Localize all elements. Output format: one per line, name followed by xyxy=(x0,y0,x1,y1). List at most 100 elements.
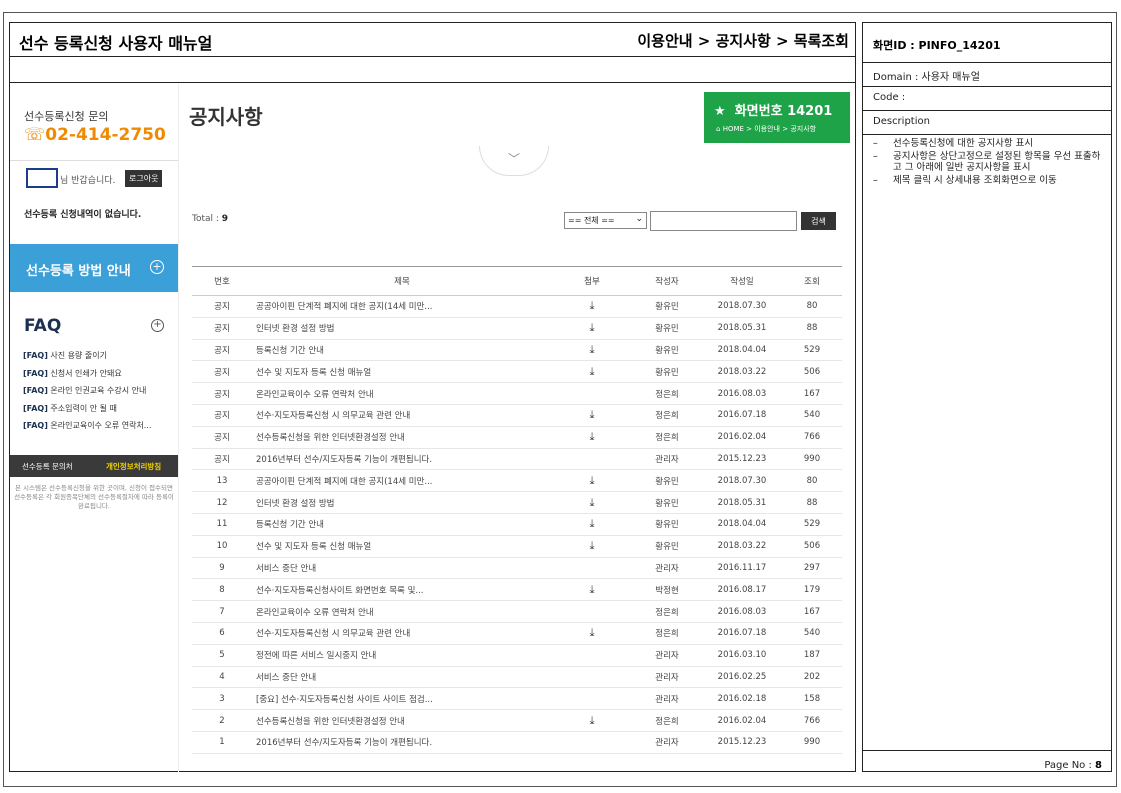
row-title[interactable]: 정전에 따른 서비스 일시중지 안내 xyxy=(252,644,552,667)
faq-item-text: 사진 용량 줄이기 xyxy=(50,351,108,360)
row-title[interactable]: 서비스 중단 안내 xyxy=(252,666,552,689)
download-icon[interactable]: ⤓ xyxy=(590,343,595,357)
faq-item[interactable]: [FAQ] 온라인 인권교육 수강시 안내 xyxy=(23,382,151,400)
table-row[interactable]: 공지 인터넷 환경 설정 방법 ⤓ 황유민 2018.05.31 88 xyxy=(192,317,842,340)
row-attachment: ⤓ xyxy=(552,469,632,493)
row-number: 공지 xyxy=(192,295,252,318)
table-row[interactable]: 2 선수등록신청을 위한 인터넷환경설정 안내 ⤓ 정은희 2016.02.04 766 xyxy=(192,709,842,732)
screen-breadcrumb: ⌂ HOME > 이용안내 > 공지사항 xyxy=(716,124,816,134)
download-icon[interactable]: ⤓ xyxy=(590,496,595,510)
faq-item[interactable]: [FAQ] 사진 용량 줄이기 xyxy=(23,347,151,365)
table-row[interactable]: 공지 선수·지도자등록신청 시 의무교육 관련 안내 ⤓ 정은희 2016.07.18 5… xyxy=(192,404,842,427)
screen-breadcrumb-text: HOME > 이용안내 > 공지사항 xyxy=(722,125,817,133)
table-row[interactable]: 1 2016년부터 선수/지도자등록 기능이 개편됩니다. 관리자 2015.12.2… xyxy=(192,731,842,754)
contact-link[interactable]: 선수등록 문의처 xyxy=(22,461,73,472)
guide-menu-label: 선수등록 방법 안내 xyxy=(26,264,131,279)
row-title[interactable]: 선수등록신청을 위한 인터넷환경설정 안내 xyxy=(252,426,552,449)
table-row[interactable]: 9 서비스 중단 안내 관리자 2016.11.17 297 xyxy=(192,557,842,580)
row-title[interactable]: 등록신청 기간 안내 xyxy=(252,513,552,536)
table-row[interactable]: 3 [중요] 선수·지도자등록신청 사이트 사이트 점검... 관리자 2016.02… xyxy=(192,687,842,711)
download-icon[interactable]: ⤓ xyxy=(590,474,595,488)
row-date: 2016.08.03 xyxy=(702,600,782,623)
table-row[interactable]: 4 서비스 중단 안내 관리자 2016.02.25 202 xyxy=(192,666,842,689)
faq-item[interactable]: [FAQ] 신청서 인쇄가 안돼요 xyxy=(23,365,151,383)
download-icon[interactable]: ⤓ xyxy=(590,583,595,597)
table-row[interactable]: 공지 등록신청 기간 안내 ⤓ 황유민 2018.04.04 529 xyxy=(192,339,842,362)
download-icon[interactable]: ⤓ xyxy=(590,365,595,379)
row-title[interactable]: 선수·지도자등록신청 시 의무교육 관련 안내 xyxy=(252,622,552,645)
download-icon[interactable]: ⤓ xyxy=(590,430,595,444)
table-row[interactable]: 7 온라인교육이수 오류 연락처 안내 정은희 2016.08.03 167 xyxy=(192,600,842,623)
row-title[interactable]: 2016년부터 선수/지도자등록 기능이 개편됩니다. xyxy=(252,731,552,754)
table-row[interactable]: 8 선수·지도자등록신청사이트 화면번호 목록 및... ⤓ 박정현 2016.08.1… xyxy=(192,578,842,602)
row-author: 관리자 xyxy=(632,666,702,689)
table-row[interactable]: 10 선수 및 지도자 등록 신청 매뉴얼 ⤓ 황유민 2018.03.22 506 xyxy=(192,535,842,558)
row-author: 박정현 xyxy=(632,578,702,602)
row-views: 88 xyxy=(782,491,842,514)
row-title[interactable]: 온라인교육이수 오류 연락처 안내 xyxy=(252,600,552,623)
row-author: 정은희 xyxy=(632,709,702,732)
download-icon[interactable]: ⤓ xyxy=(590,517,595,531)
faq-plus-icon[interactable]: + xyxy=(151,319,164,332)
row-author: 관리자 xyxy=(632,448,702,471)
row-title[interactable]: 온라인교육이수 오류 연락처 안내 xyxy=(252,382,552,405)
row-author: 관리자 xyxy=(632,731,702,754)
row-date: 2016.03.10 xyxy=(702,644,782,667)
filter-select[interactable]: == 전체 == ⌄ xyxy=(564,212,647,229)
row-author: 관리자 xyxy=(632,687,702,711)
table-row[interactable]: 5 정전에 따른 서비스 일시중지 안내 관리자 2016.03.10 187 xyxy=(192,644,842,667)
table-row[interactable]: 공지 선수등록신청을 위한 인터넷환경설정 안내 ⤓ 정은희 2016.02.04 766 xyxy=(192,426,842,449)
manual-screen-panel: 선수 등록신청 사용자 매뉴얼 이용안내 > 공지사항 > 목록조회 선수등록신… xyxy=(9,22,856,772)
table-row[interactable]: 공지 선수 및 지도자 등록 신청 매뉴얼 ⤓ 황유민 2018.03.22 506 xyxy=(192,360,842,384)
row-attachment xyxy=(552,731,632,754)
table-row[interactable]: 공지 온라인교육이수 오류 연락처 안내 정은희 2016.08.03 167 xyxy=(192,382,842,405)
logout-button[interactable]: 로그아웃 xyxy=(125,170,163,187)
table-row[interactable]: 공지 공공아이핀 단계적 폐지에 대한 공지(14세 미만... ⤓ 황유민 2018.… xyxy=(192,295,842,318)
download-icon[interactable]: ⤓ xyxy=(590,539,595,553)
download-icon[interactable]: ⤓ xyxy=(590,408,595,422)
table-row[interactable]: 공지 2016년부터 선수/지도자등록 기능이 개편됩니다. 관리자 2015.12.… xyxy=(192,448,842,471)
row-views: 540 xyxy=(782,404,842,427)
column-header: 번호 xyxy=(192,266,252,296)
row-author: 황유민 xyxy=(632,295,702,318)
privacy-policy-link[interactable]: 개인정보처리방침 xyxy=(106,461,161,472)
doc-breadcrumb: 이용안내 > 공지사항 > 목록조회 xyxy=(637,32,849,50)
row-title[interactable]: 선수 및 지도자 등록 신청 매뉴얼 xyxy=(252,360,552,384)
table-row[interactable]: 13 공공아이핀 단계적 폐지에 대한 공지(14세 미만... ⤓ 황유민 2018.… xyxy=(192,469,842,493)
row-title[interactable]: 인터넷 환경 설정 방법 xyxy=(252,491,552,514)
download-icon[interactable]: ⤓ xyxy=(590,321,595,335)
row-title[interactable]: 선수·지도자등록신청 시 의무교육 관련 안내 xyxy=(252,404,552,427)
plus-icon[interactable]: + xyxy=(150,260,164,274)
screen-id: 화면ID : PINFO_14201 xyxy=(873,39,1001,52)
row-title[interactable]: 등록신청 기간 안내 xyxy=(252,339,552,362)
row-title[interactable]: 공공아이핀 단계적 폐지에 대한 공지(14세 미만... xyxy=(252,295,552,318)
row-attachment: ⤓ xyxy=(552,535,632,558)
row-title[interactable]: 서비스 중단 안내 xyxy=(252,557,552,580)
row-title[interactable]: 공공아이핀 단계적 폐지에 대한 공지(14세 미만... xyxy=(252,469,552,493)
download-icon[interactable]: ⤓ xyxy=(590,714,595,728)
table-row[interactable]: 6 선수·지도자등록신청 시 의무교육 관련 안내 ⤓ 정은희 2016.07.18 54… xyxy=(192,622,842,645)
faq-item[interactable]: [FAQ] 온라인교육이수 오류 연락처... xyxy=(23,417,151,435)
row-number: 공지 xyxy=(192,448,252,471)
table-row[interactable]: 11 등록신청 기간 안내 ⤓ 황유민 2018.04.04 529 xyxy=(192,513,842,536)
download-icon[interactable]: ⤓ xyxy=(590,626,595,640)
row-title[interactable]: 선수·지도자등록신청사이트 화면번호 목록 및... xyxy=(252,578,552,602)
download-icon[interactable]: ⤓ xyxy=(590,299,595,313)
search-button[interactable]: 검색 xyxy=(801,212,836,230)
row-date: 2016.02.25 xyxy=(702,666,782,689)
row-date: 2016.02.18 xyxy=(702,687,782,711)
row-title[interactable]: [중요] 선수·지도자등록신청 사이트 사이트 점검... xyxy=(252,687,552,711)
row-attachment: ⤓ xyxy=(552,295,632,318)
row-title[interactable]: 인터넷 환경 설정 방법 xyxy=(252,317,552,340)
search-input[interactable] xyxy=(650,211,797,231)
row-author: 관리자 xyxy=(632,644,702,667)
faq-tag: [FAQ] xyxy=(23,368,48,378)
row-title[interactable]: 2016년부터 선수/지도자등록 기능이 개편됩니다. xyxy=(252,448,552,471)
faq-item[interactable]: [FAQ] 주소입력이 안 될 때 xyxy=(23,400,151,418)
row-number: 공지 xyxy=(192,382,252,405)
row-title[interactable]: 선수 및 지도자 등록 신청 매뉴얼 xyxy=(252,535,552,558)
table-row[interactable]: 12 인터넷 환경 설정 방법 ⤓ 황유민 2018.05.31 88 xyxy=(192,491,842,514)
collapse-toggle[interactable]: ﹀ xyxy=(479,146,549,176)
row-title[interactable]: 선수등록신청을 위한 인터넷환경설정 안내 xyxy=(252,709,552,732)
guide-menu[interactable]: 선수등록 방법 안내 + xyxy=(10,244,178,292)
